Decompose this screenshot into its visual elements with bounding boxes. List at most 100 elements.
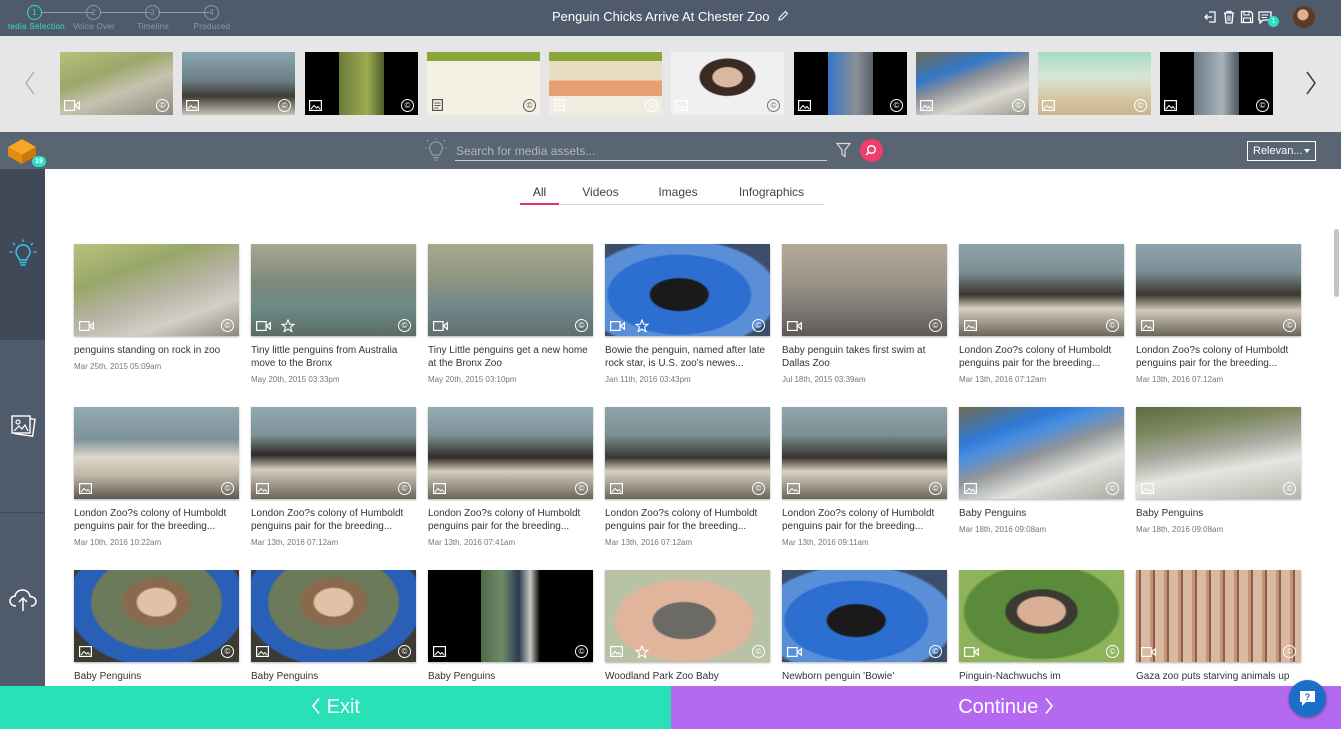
media-thumbnail[interactable]: © bbox=[959, 407, 1124, 499]
copyright-icon: © bbox=[1283, 482, 1296, 495]
strip-thumbnail[interactable]: © bbox=[305, 52, 418, 115]
media-thumbnail[interactable]: © bbox=[782, 570, 947, 662]
media-date: Mar 18th, 2016 09:08am bbox=[959, 525, 1047, 534]
strip-thumbnail[interactable]: © bbox=[671, 52, 784, 115]
tab-images[interactable]: Images bbox=[648, 185, 708, 205]
chevron-left-icon[interactable] bbox=[22, 70, 38, 96]
copyright-icon: © bbox=[1106, 319, 1119, 332]
media-thumbnail[interactable]: © bbox=[428, 244, 593, 336]
chevron-left-icon bbox=[312, 698, 320, 714]
help-chat-icon: ? bbox=[1300, 691, 1315, 706]
image-icon bbox=[787, 483, 800, 494]
media-date: Jul 18th, 2015 03:39am bbox=[782, 375, 866, 384]
media-thumbnail[interactable]: © bbox=[959, 570, 1124, 662]
strip-thumbnail[interactable]: © bbox=[1160, 52, 1273, 115]
media-thumbnail[interactable]: © bbox=[605, 407, 770, 499]
copyright-icon: © bbox=[221, 482, 234, 495]
media-title: Baby Penguins bbox=[1136, 508, 1204, 519]
media-thumbnail[interactable]: © bbox=[605, 570, 770, 662]
filter-icon[interactable] bbox=[836, 142, 851, 158]
media-thumbnail[interactable]: © bbox=[251, 244, 416, 336]
tab-all[interactable]: All bbox=[520, 185, 559, 205]
image-icon bbox=[675, 100, 688, 111]
trash-icon[interactable] bbox=[1221, 9, 1237, 25]
project-title: Penguin Chicks Arrive At Chester Zoo bbox=[551, 9, 770, 24]
copyright-icon: © bbox=[1106, 482, 1119, 495]
help-chat-button[interactable]: ? bbox=[1289, 680, 1326, 717]
media-thumbnail[interactable]: © bbox=[1136, 570, 1301, 662]
image-icon bbox=[1042, 100, 1055, 111]
strip-thumbnail[interactable]: © bbox=[60, 52, 173, 115]
image-icon bbox=[610, 646, 623, 657]
video-icon bbox=[610, 321, 625, 331]
selected-media-strip: © © © © © © © © © © bbox=[0, 36, 1341, 132]
media-thumbnail[interactable]: © bbox=[1136, 407, 1301, 499]
media-thumbnail[interactable]: © bbox=[782, 407, 947, 499]
media-date: May 20th, 2015 03:33pm bbox=[251, 375, 340, 384]
media-date: Mar 10th, 2016 10:22am bbox=[74, 538, 162, 547]
copyright-icon: © bbox=[398, 482, 411, 495]
star-icon[interactable] bbox=[281, 319, 295, 333]
save-icon[interactable] bbox=[1239, 9, 1255, 25]
media-thumbnail[interactable]: © bbox=[74, 570, 239, 662]
sort-select[interactable]: Relevan... bbox=[1247, 141, 1316, 161]
media-type-tabs: All Videos Images Infographics bbox=[520, 183, 824, 205]
cloud-upload-icon bbox=[9, 589, 37, 611]
rail-item-discover[interactable] bbox=[0, 169, 45, 340]
media-thumbnail[interactable]: © bbox=[428, 407, 593, 499]
media-thumbnail[interactable]: © bbox=[605, 244, 770, 336]
scrollbar[interactable] bbox=[1334, 229, 1339, 297]
copyright-icon: © bbox=[752, 482, 765, 495]
logo-count-badge: 19 bbox=[32, 156, 46, 167]
strip-thumbnail[interactable]: © bbox=[794, 52, 907, 115]
media-title: Baby Penguins bbox=[428, 671, 496, 682]
copyright-icon: © bbox=[752, 645, 765, 658]
exit-button[interactable]: Exit bbox=[0, 686, 671, 729]
continue-label: Continue bbox=[958, 696, 1039, 718]
media-thumbnail[interactable]: © bbox=[74, 244, 239, 336]
video-icon bbox=[433, 321, 448, 331]
strip-thumbnail[interactable]: © bbox=[549, 52, 662, 115]
copyright-icon: © bbox=[221, 319, 234, 332]
rail-item-upload[interactable] bbox=[0, 514, 45, 685]
media-thumbnail[interactable]: © bbox=[959, 244, 1124, 336]
tab-infographics[interactable]: Infographics bbox=[730, 185, 813, 205]
media-title: London Zoo?s colony of Humboldt penguins… bbox=[1136, 345, 1289, 369]
tab-videos[interactable]: Videos bbox=[571, 185, 630, 205]
video-icon bbox=[964, 647, 979, 657]
continue-button[interactable]: Continue bbox=[671, 686, 1341, 729]
media-results: All Videos Images Infographics © penguin… bbox=[45, 169, 1341, 686]
media-thumbnail[interactable]: © bbox=[782, 244, 947, 336]
photo-stack-icon bbox=[11, 415, 36, 437]
media-thumbnail[interactable]: © bbox=[1136, 244, 1301, 336]
edit-pencil-icon[interactable] bbox=[777, 10, 789, 22]
strip-thumbnail[interactable]: © bbox=[1038, 52, 1151, 115]
chevron-right-icon[interactable] bbox=[1303, 70, 1319, 96]
strip-thumbnail[interactable]: © bbox=[182, 52, 295, 115]
star-icon[interactable] bbox=[635, 645, 649, 659]
media-thumbnail[interactable]: © bbox=[251, 407, 416, 499]
image-icon bbox=[610, 483, 623, 494]
image-icon bbox=[920, 100, 933, 111]
avatar[interactable] bbox=[1293, 6, 1315, 28]
media-thumbnail[interactable]: © bbox=[428, 570, 593, 662]
copyright-icon: © bbox=[1012, 99, 1025, 112]
strip-thumbnail[interactable]: © bbox=[916, 52, 1029, 115]
media-thumbnail[interactable]: © bbox=[74, 407, 239, 499]
copyright-icon: © bbox=[752, 319, 765, 332]
search-button[interactable] bbox=[860, 139, 883, 162]
star-icon[interactable] bbox=[635, 319, 649, 333]
media-date: Mar 13th, 2016 07:41am bbox=[428, 538, 516, 547]
rail-item-library[interactable] bbox=[0, 341, 45, 513]
media-title: Baby penguin takes first swim at Dallas … bbox=[782, 345, 926, 369]
copyright-icon: © bbox=[767, 99, 780, 112]
copyright-icon: © bbox=[1283, 645, 1296, 658]
exit-project-icon[interactable] bbox=[1203, 9, 1219, 25]
media-date: Mar 13th, 2016 07:12am bbox=[605, 538, 693, 547]
search-input[interactable] bbox=[455, 141, 827, 161]
media-thumbnail[interactable]: © bbox=[251, 570, 416, 662]
image-icon bbox=[964, 320, 977, 331]
svg-text:?: ? bbox=[1305, 692, 1311, 702]
media-title: Gaza zoo puts starving animals up bbox=[1136, 671, 1290, 682]
strip-thumbnail[interactable]: © bbox=[427, 52, 540, 115]
